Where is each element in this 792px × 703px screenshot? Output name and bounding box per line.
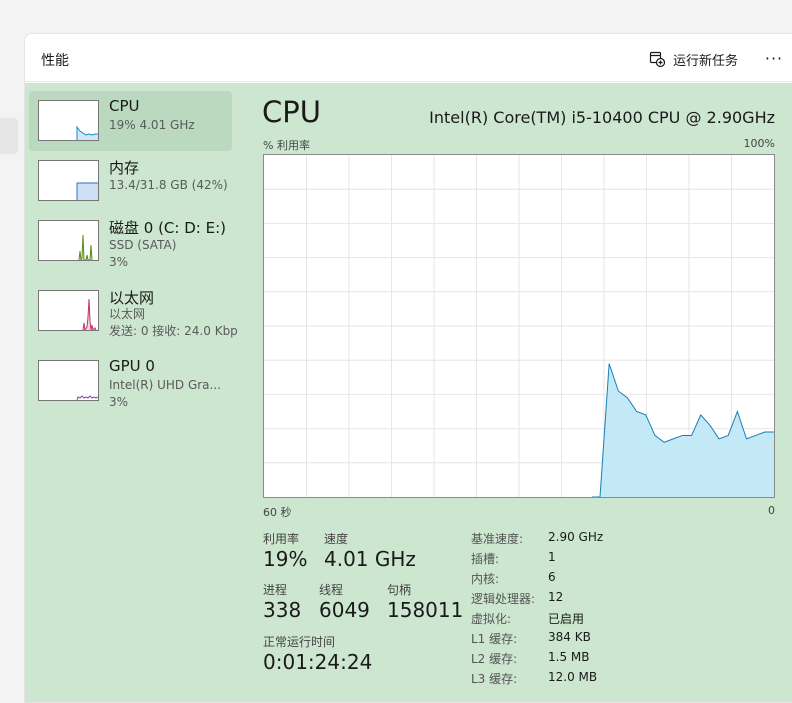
- sidebar-item-disk-sub: SSD (SATA): [109, 238, 177, 252]
- spec-l1-key: L1 缓存:: [471, 632, 518, 646]
- sidebar-item-disk[interactable]: 磁盘 0 (C: D: E:) SSD (SATA) 3%: [29, 211, 232, 271]
- cpu-thumbnail-graph: [38, 100, 99, 141]
- spec-base-speed-value: 2.90 GHz: [548, 530, 604, 544]
- x-axis-zero-label: 0: [768, 504, 775, 517]
- page-title: 性能: [41, 53, 69, 69]
- sidebar-item-disk-usage: 3%: [109, 255, 129, 269]
- spec-sockets-key: 插槽:: [471, 552, 500, 566]
- sidebar-item-memory[interactable]: 内存 13.4/31.8 GB (42%): [29, 151, 232, 211]
- gpu-thumbnail-graph: [38, 360, 99, 401]
- speed-value: 4.01 GHz: [324, 547, 416, 571]
- sidebar-item-ethernet[interactable]: 以太网 以太网 发送: 0 接收: 24.0 Kbp: [29, 281, 238, 341]
- cpu-utilization-chart: [264, 155, 774, 497]
- sidebar-item-ethernet-rate: 发送: 0 接收: 24.0 Kbp: [109, 324, 238, 338]
- run-new-task-label: 运行新任务: [673, 53, 739, 69]
- sidebar-item-ethernet-sub: 以太网: [109, 307, 146, 321]
- y-axis-max-label: 100%: [743, 137, 775, 150]
- sidebar-item-gpu-title: GPU 0: [109, 357, 155, 375]
- spec-l1-value: 384 KB: [548, 630, 591, 644]
- spec-base-speed-key: 基准速度:: [471, 532, 524, 546]
- more-options-button[interactable]: ···: [761, 46, 787, 70]
- sidebar-item-cpu[interactable]: CPU 19% 4.01 GHz: [29, 91, 232, 151]
- spec-logical-value: 12: [548, 590, 564, 604]
- threads-label: 线程: [319, 583, 344, 597]
- uptime-value: 0:01:24:24: [263, 650, 373, 674]
- run-task-icon: [649, 51, 665, 67]
- cpu-utilization-area: [592, 363, 774, 497]
- sidebar-item-memory-title: 内存: [109, 159, 140, 177]
- uptime-label: 正常运行时间: [263, 635, 336, 649]
- spec-sockets-value: 1: [548, 550, 556, 564]
- spec-l3-key: L3 缓存:: [471, 672, 518, 686]
- run-new-task-button[interactable]: 运行新任务: [649, 48, 738, 70]
- handles-label: 句柄: [387, 583, 412, 597]
- spec-l2-value: 1.5 MB: [548, 650, 590, 664]
- cpu-utilization-graph: [263, 154, 775, 498]
- background-sidebar-highlight: [0, 118, 18, 154]
- cpu-title: CPU: [262, 95, 321, 129]
- sidebar-item-memory-sub: 13.4/31.8 GB (42%): [109, 178, 228, 192]
- processes-value: 338: [263, 598, 302, 622]
- spec-l2-key: L2 缓存:: [471, 652, 518, 666]
- ethernet-thumbnail-graph: [38, 290, 99, 331]
- memory-thumbnail-graph: [38, 160, 99, 201]
- task-manager-window: 性能 运行新任务 ··· CPU 19% 4.01 GHz 内存 13.4/31…: [24, 33, 792, 703]
- x-axis-time-label: 60 秒: [263, 506, 292, 519]
- spec-virtualization-value: 已启用: [548, 612, 585, 626]
- page-header: 性能 运行新任务 ···: [25, 34, 792, 82]
- handles-value: 158011: [387, 598, 464, 622]
- speed-label: 速度: [324, 532, 349, 546]
- spec-logical-key: 逻辑处理器:: [471, 592, 536, 606]
- cpu-model: Intel(R) Core(TM) i5-10400 CPU @ 2.90GHz: [429, 108, 775, 127]
- spec-cores-value: 6: [548, 570, 556, 584]
- utilization-value: 19%: [263, 547, 308, 571]
- processes-label: 进程: [263, 583, 288, 597]
- utilization-label: 利用率: [263, 532, 300, 546]
- sidebar-item-disk-title: 磁盘 0 (C: D: E:): [109, 219, 226, 237]
- sidebar-item-gpu-sub: Intel(R) UHD Gra...: [109, 378, 221, 392]
- spec-cores-key: 内核:: [471, 572, 500, 586]
- sidebar-item-gpu[interactable]: GPU 0 Intel(R) UHD Gra... 3%: [29, 351, 232, 411]
- sidebar-item-cpu-title: CPU: [109, 97, 140, 115]
- disk-thumbnail-graph: [38, 220, 99, 261]
- sidebar-item-cpu-sub: 19% 4.01 GHz: [109, 118, 195, 132]
- threads-value: 6049: [319, 598, 370, 622]
- sidebar-item-gpu-usage: 3%: [109, 395, 129, 409]
- utilization-axis-label: % 利用率: [263, 139, 310, 152]
- spec-l3-value: 12.0 MB: [548, 670, 598, 684]
- cpu-detail-panel: CPU Intel(R) Core(TM) i5-10400 CPU @ 2.9…: [262, 83, 792, 702]
- spec-virtualization-key: 虚拟化:: [471, 612, 512, 626]
- performance-content: CPU 19% 4.01 GHz 内存 13.4/31.8 GB (42%) 磁…: [25, 83, 792, 702]
